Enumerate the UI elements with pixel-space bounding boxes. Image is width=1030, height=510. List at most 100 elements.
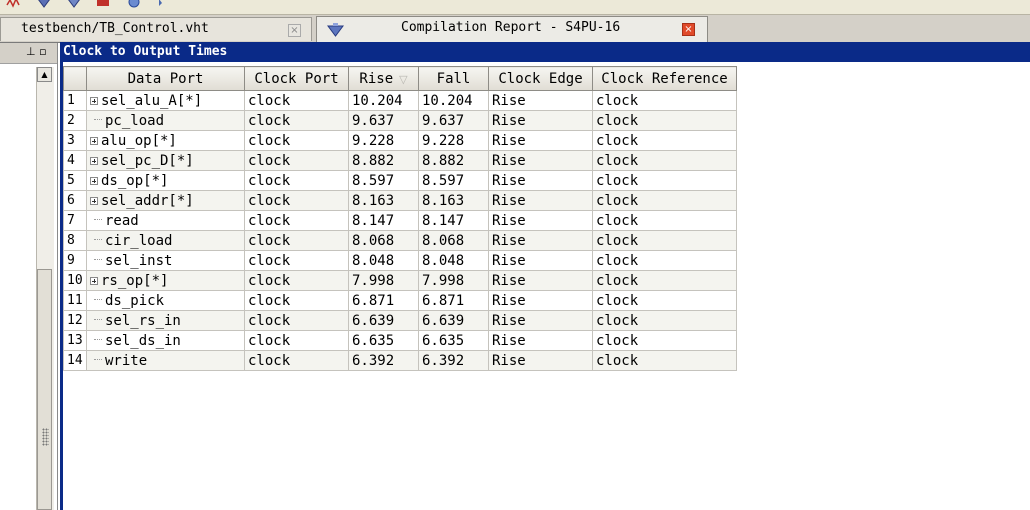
column-header-data-port[interactable]: Data Port: [86, 66, 245, 91]
column-header-clock-edge[interactable]: Clock Edge: [488, 66, 593, 91]
row-number: 13: [63, 330, 87, 351]
rise-cell: 9.637: [348, 110, 419, 131]
tree-line-icon: [94, 218, 102, 221]
expand-icon[interactable]: [90, 176, 98, 185]
data-port-cell: pc_load: [86, 110, 245, 131]
table-row[interactable]: 11 ds_pick clock 6.871 6.871 Rise clock: [63, 290, 737, 311]
clock-reference-cell: clock: [592, 110, 737, 131]
report-title: Clock to Output Times: [63, 44, 228, 59]
rise-cell: 8.068: [348, 230, 419, 251]
clock-reference-cell: clock: [592, 290, 737, 311]
table-row[interactable]: 10 rs_op[*] clock 7.998 7.998 Rise clock: [63, 270, 737, 291]
clock-reference-cell: clock: [592, 250, 737, 271]
table-row[interactable]: 7 read clock 8.147 8.147 Rise clock: [63, 210, 737, 231]
table-row[interactable]: 3 alu_op[*] clock 9.228 9.228 Rise clock: [63, 130, 737, 151]
expand-icon[interactable]: [90, 96, 98, 105]
table-row[interactable]: 9 sel_inst clock 8.048 8.048 Rise clock: [63, 250, 737, 271]
clock-edge-cell: Rise: [488, 210, 593, 231]
data-port-name: alu_op[*]: [101, 132, 177, 149]
clock-edge-cell: Rise: [488, 350, 593, 371]
data-port-name: pc_load: [105, 112, 165, 129]
rise-cell: 6.639: [348, 310, 419, 331]
table-row[interactable]: 5 ds_op[*] clock 8.597 8.597 Rise clock: [63, 170, 737, 191]
data-port-name: cir_load: [105, 232, 173, 249]
fall-cell: 9.637: [418, 110, 489, 131]
analysis-icon[interactable]: [66, 0, 82, 9]
pane-header: ⊥ ▫: [0, 43, 57, 64]
clock-reference-cell: clock: [592, 170, 737, 191]
fall-cell: 9.228: [418, 130, 489, 151]
column-header-label: Clock Reference: [601, 70, 728, 87]
clock-edge-cell: Rise: [488, 230, 593, 251]
help-icon[interactable]: [126, 0, 142, 9]
clock-port-cell: clock: [244, 130, 349, 151]
column-header-fall[interactable]: Fall: [418, 66, 489, 91]
pin-icon[interactable]: ⊥ ▫: [26, 45, 47, 58]
clock-port-cell: clock: [244, 90, 349, 111]
row-number: 9: [63, 250, 87, 271]
data-port-cell: cir_load: [86, 230, 245, 251]
expand-icon[interactable]: [90, 276, 98, 285]
whats-this-icon[interactable]: [156, 0, 172, 9]
table-row[interactable]: 2 pc_load clock 9.637 9.637 Rise clock: [63, 110, 737, 131]
column-header-label: Data Port: [127, 70, 204, 87]
tree-line-icon: [94, 258, 102, 261]
rise-cell: 8.147: [348, 210, 419, 231]
waveform-icon[interactable]: [6, 0, 22, 9]
tree-line-icon: [94, 238, 102, 241]
clock-port-cell: clock: [244, 190, 349, 211]
scrollbar-thumb[interactable]: [37, 269, 52, 510]
row-number: 6: [63, 190, 87, 211]
data-port-name: sel_inst: [105, 252, 173, 269]
column-header-clock-port[interactable]: Clock Port: [244, 66, 349, 91]
table-row[interactable]: 13 sel_ds_in clock 6.635 6.635 Rise clock: [63, 330, 737, 351]
programmer-icon[interactable]: [95, 0, 111, 9]
expand-icon[interactable]: [90, 136, 98, 145]
clock-edge-cell: Rise: [488, 110, 593, 131]
clock-reference-cell: clock: [592, 350, 737, 371]
table-row[interactable]: 6 sel_addr[*] clock 8.163 8.163 Rise clock: [63, 190, 737, 211]
clock-edge-cell: Rise: [488, 130, 593, 151]
rise-cell: 6.635: [348, 330, 419, 351]
rise-cell: 8.048: [348, 250, 419, 271]
table-row[interactable]: 1 sel_alu_A[*] clock 10.204 10.204 Rise clock: [63, 90, 737, 111]
fall-cell: 8.882: [418, 150, 489, 171]
rise-cell: 10.204: [348, 90, 419, 111]
fall-cell: 10.204: [418, 90, 489, 111]
table-row[interactable]: 12 sel_rs_in clock 6.639 6.639 Rise clock: [63, 310, 737, 331]
vertical-scrollbar[interactable]: ▲: [36, 67, 54, 510]
row-number: 5: [63, 170, 87, 191]
tab-label: Compilation Report - S4PU-16: [401, 20, 621, 35]
tab-tb-control[interactable]: testbench/TB_Control.vht ×: [0, 17, 312, 41]
data-port-cell: sel_alu_A[*]: [86, 90, 245, 111]
column-header-clock-reference[interactable]: Clock Reference: [592, 66, 737, 91]
compile-icon[interactable]: [36, 0, 52, 9]
data-port-name: write: [105, 352, 148, 369]
data-port-cell: sel_pc_D[*]: [86, 150, 245, 171]
table-row[interactable]: 14 write clock 6.392 6.392 Rise clock: [63, 350, 737, 371]
clock-reference-cell: clock: [592, 90, 737, 111]
column-header-rise[interactable]: Rise ▽: [348, 66, 419, 91]
clock-port-cell: clock: [244, 310, 349, 331]
close-icon[interactable]: ×: [288, 24, 301, 37]
expand-icon[interactable]: [90, 196, 98, 205]
data-port-cell: alu_op[*]: [86, 130, 245, 151]
table-row[interactable]: 4 sel_pc_D[*] clock 8.882 8.882 Rise clock: [63, 150, 737, 171]
clock-port-cell: clock: [244, 270, 349, 291]
data-port-name: rs_op[*]: [101, 272, 169, 289]
close-icon[interactable]: ×: [682, 23, 695, 36]
rise-cell: 6.392: [348, 350, 419, 371]
clock-port-cell: clock: [244, 170, 349, 191]
tab-compilation-report[interactable]: Compilation Report - S4PU-16 ×: [316, 16, 708, 42]
column-header-label: Clock Port: [254, 70, 339, 87]
tree-line-icon: [94, 298, 102, 301]
fall-cell: 7.998: [418, 270, 489, 291]
table-row[interactable]: 8 cir_load clock 8.068 8.068 Rise clock: [63, 230, 737, 251]
rise-cell: 8.882: [348, 150, 419, 171]
data-port-cell: read: [86, 210, 245, 231]
data-port-cell: ds_op[*]: [86, 170, 245, 191]
scroll-up-arrow-icon[interactable]: ▲: [37, 67, 52, 82]
data-port-name: sel_rs_in: [105, 312, 181, 329]
expand-icon[interactable]: [90, 156, 98, 165]
rise-cell: 6.871: [348, 290, 419, 311]
